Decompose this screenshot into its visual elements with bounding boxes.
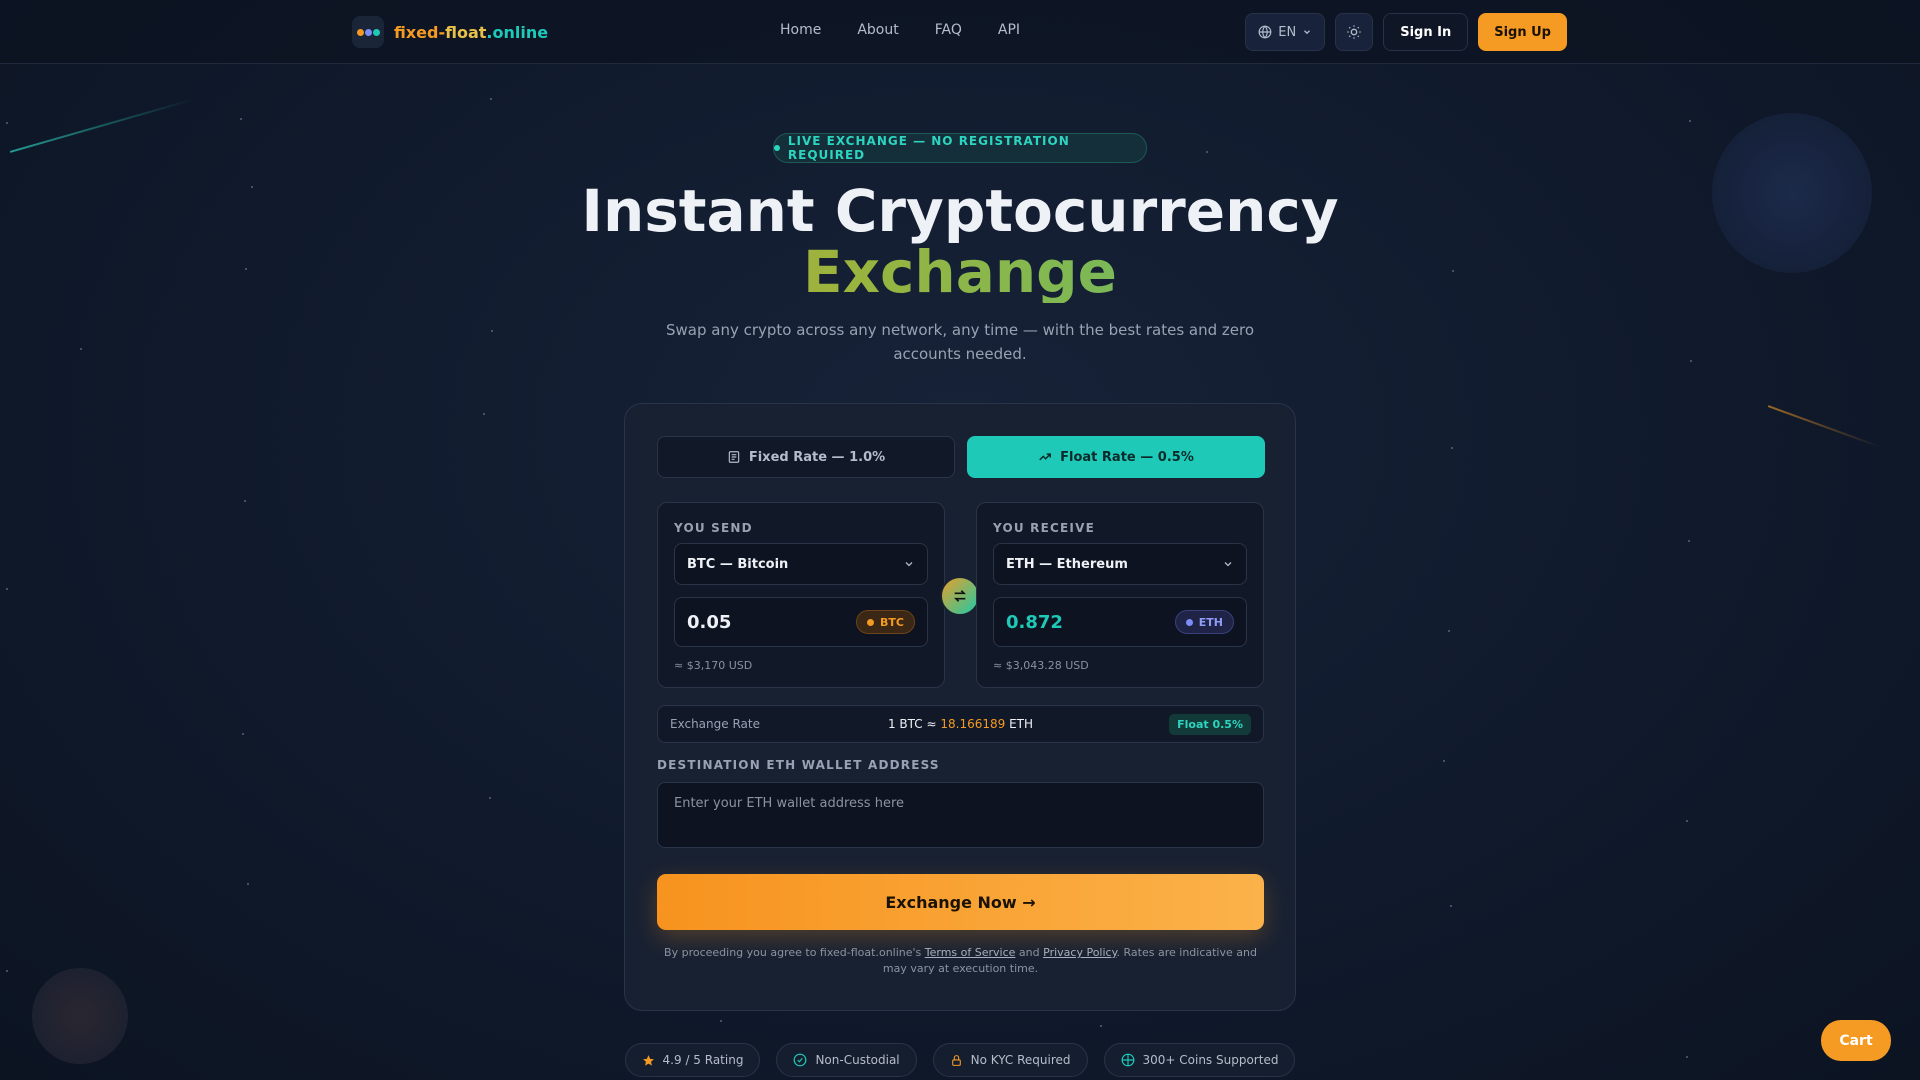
send-amount-input[interactable]: 0.05 BTC [674, 597, 928, 647]
exchange-card: Fixed Rate — 1.0% Float Rate — 0.5% YOU … [624, 403, 1296, 1011]
theme-toggle-button[interactable] [1335, 13, 1374, 51]
exchange-rate-row: Exchange Rate 1 BTC ≈ 18.166189 ETH Floa… [657, 705, 1264, 743]
receive-usd-estimate: ≈ $3,043.28 USD [993, 659, 1089, 672]
feature-no-kyc: No KYC Required [932, 1043, 1088, 1077]
send-panel: YOU SEND BTC — Bitcoin 0.05 BTC ≈ $3,170… [657, 502, 945, 688]
badge-text: LIVE EXCHANGE — NO REGISTRATION REQUIRED [787, 134, 1070, 162]
nav-link-api[interactable]: API [998, 22, 1020, 38]
sun-icon [1347, 25, 1361, 39]
feature-badges: 4.9 / 5 Rating Non-Custodial No KYC Requ… [0, 1043, 1920, 1077]
nav-link-about[interactable]: About [857, 22, 898, 38]
feature-non-custodial: Non-Custodial [776, 1043, 917, 1077]
language-selector[interactable]: EN [1245, 13, 1326, 51]
rate-value: 1 BTC ≈ 18.166189 ETH [888, 717, 1033, 731]
globe-icon [1258, 25, 1272, 39]
feature-rating-label: 4.9 / 5 Rating [662, 1053, 744, 1067]
nav-links: Home About FAQ API [780, 22, 1020, 38]
hero-title-line2: Exchange [0, 241, 1920, 303]
brand-name: fixed-float.online [394, 23, 548, 42]
tab-fixed-rate[interactable]: Fixed Rate — 1.0% [657, 436, 955, 478]
nav-actions: EN Sign In Sign Up [1245, 13, 1567, 51]
swap-currencies-button[interactable] [940, 576, 980, 616]
exchange-now-button[interactable]: Exchange Now → [657, 874, 1264, 930]
receive-panel: YOU RECEIVE ETH — Ethereum 0.872 ETH ≈ $… [976, 502, 1264, 688]
hero-title-line1: Instant Cryptocurrency [581, 177, 1339, 245]
rate-prefix: 1 BTC ≈ [887, 717, 941, 731]
receive-ticker: ETH [1198, 615, 1223, 629]
live-exchange-badge: LIVE EXCHANGE — NO REGISTRATION REQUIRED [773, 133, 1147, 163]
lock-icon [951, 1054, 961, 1066]
send-currency-select[interactable]: BTC — Bitcoin [674, 543, 928, 585]
rate-type-badge-wrap: Float 0.5% [1071, 713, 1251, 735]
send-amount-value: 0.05 [687, 611, 732, 633]
feature-no-kyc-label: No KYC Required [970, 1053, 1071, 1067]
rate-label: Exchange Rate [670, 717, 760, 731]
receive-currency-select[interactable]: ETH — Ethereum [993, 543, 1247, 585]
brand-part-tld: .online [486, 22, 549, 42]
receive-amount-value: 0.872 [1006, 611, 1063, 633]
receive-label: YOU RECEIVE [993, 521, 1095, 535]
hero-subtitle: Swap any crypto across any network, any … [665, 321, 1255, 363]
globe-icon [1121, 1053, 1134, 1067]
send-ticker: BTC [880, 615, 904, 629]
live-dot-icon [774, 145, 780, 151]
send-currency-value: BTC — Bitcoin [687, 556, 789, 572]
top-navbar: fixed-float.online Home About FAQ API EN… [0, 0, 1920, 64]
privacy-policy-link[interactable]: Privacy Policy [1043, 946, 1116, 959]
terms-prefix: By proceeding you agree to fixed-float.o… [664, 946, 925, 959]
shooting-star-orange [1767, 405, 1882, 448]
feature-coins-label: 300+ Coins Supported [1142, 1053, 1279, 1067]
tab-float-rate[interactable]: Float Rate — 0.5% [967, 436, 1265, 478]
rate-suffix: ETH [1005, 717, 1034, 731]
btc-ticker-chip: BTC [856, 610, 915, 634]
eth-dot-icon [1185, 618, 1193, 626]
star-icon [642, 1054, 654, 1066]
swap-arrows-icon [953, 590, 967, 602]
tab-fixed-label: Fixed Rate — 1.0% [748, 449, 886, 465]
chevron-down-icon [1224, 562, 1232, 567]
nav-link-faq[interactable]: FAQ [935, 22, 962, 38]
tab-float-label: Float Rate — 0.5% [1060, 449, 1194, 465]
trend-up-icon [1039, 453, 1052, 461]
send-label: YOU SEND [674, 521, 753, 535]
eth-ticker-chip: ETH [1174, 610, 1234, 634]
document-icon [728, 451, 740, 463]
shooting-star-teal [9, 98, 193, 153]
brand[interactable]: fixed-float.online [352, 16, 548, 48]
sign-in-button[interactable]: Sign In [1383, 13, 1469, 51]
sign-up-button[interactable]: Sign Up [1478, 13, 1567, 51]
feature-rating: 4.9 / 5 Rating [624, 1043, 761, 1077]
brand-part-float: float [445, 22, 487, 42]
rate-type-badge: Float 0.5% [1169, 713, 1251, 735]
feature-coins: 300+ Coins Supported [1103, 1043, 1296, 1077]
feature-non-custodial-label: Non-Custodial [815, 1053, 900, 1067]
wallet-address-input[interactable] [657, 782, 1264, 848]
terms-and: and [1015, 946, 1044, 959]
receive-amount-output: 0.872 ETH [993, 597, 1247, 647]
terms-notice: By proceeding you agree to fixed-float.o… [657, 945, 1264, 977]
cart-button[interactable]: Cart [1821, 1020, 1891, 1061]
terms-of-service-link[interactable]: Terms of Service [925, 946, 1016, 959]
check-circle-icon [794, 1053, 807, 1067]
chevron-down-icon [905, 562, 913, 567]
btc-dot-icon [867, 618, 875, 626]
address-label: DESTINATION ETH WALLET ADDRESS [657, 758, 940, 772]
nav-link-home[interactable]: Home [780, 22, 821, 38]
chevron-down-icon [1304, 30, 1311, 35]
language-code: EN [1278, 24, 1297, 40]
rate-number: 18.166189 [940, 717, 1006, 731]
brand-logo-icon [352, 16, 384, 48]
brand-part-fixed: fixed- [394, 22, 446, 42]
receive-currency-value: ETH — Ethereum [1006, 556, 1128, 572]
send-usd-estimate: ≈ $3,170 USD [674, 659, 753, 672]
